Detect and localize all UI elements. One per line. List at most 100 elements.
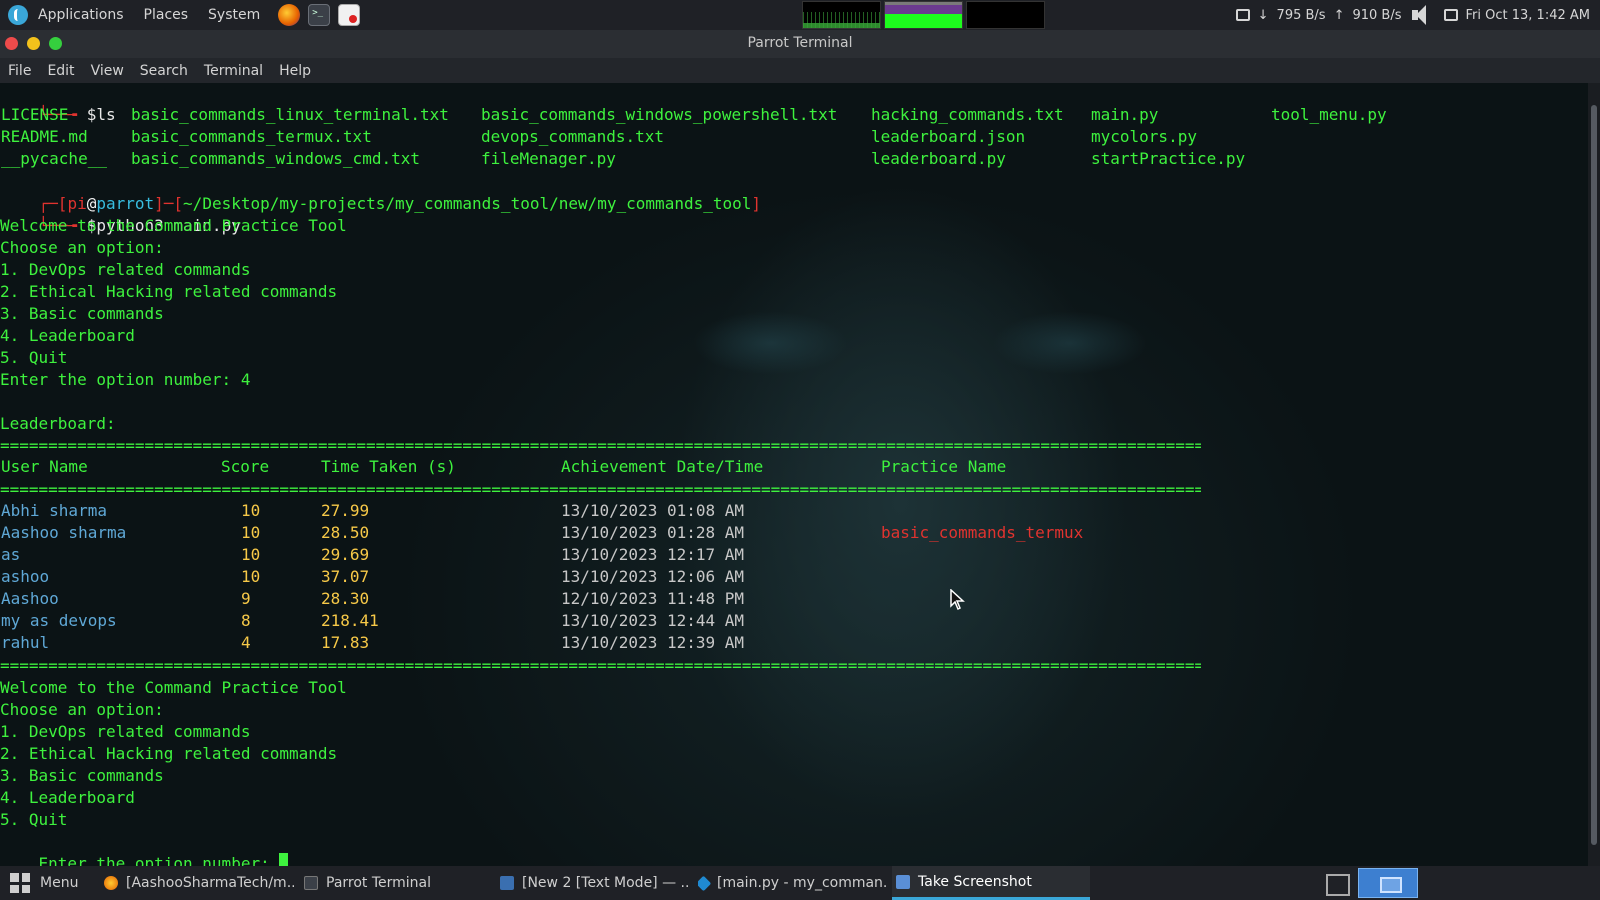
row-date: 13/10/2023 12:17 AM bbox=[561, 545, 745, 564]
row-practice: basic_commands_termux bbox=[881, 523, 1084, 542]
memory-monitor bbox=[884, 1, 963, 29]
task-firefox[interactable]: [AashooSharmaTech/m... bbox=[104, 866, 294, 900]
task-terminal[interactable]: Parrot Terminal bbox=[304, 866, 494, 900]
terminal-scrollbar[interactable] bbox=[1588, 83, 1600, 866]
scrollbar-thumb[interactable] bbox=[1591, 105, 1597, 845]
system-tray: ↓ 795 B/s ↑ 910 B/s Fri Oct 13, 1:42 AM bbox=[1235, 0, 1600, 30]
top-panel: Applications Places System ↓ 795 B/s ↑ 9… bbox=[0, 0, 1600, 30]
menu-option: 4. Leaderboard bbox=[0, 788, 135, 807]
net-up-rate: 910 B/s bbox=[1352, 7, 1402, 23]
firefox-launcher-icon[interactable] bbox=[278, 4, 301, 26]
terminal-launcher-icon[interactable] bbox=[308, 4, 331, 26]
menu-option: 2. Ethical Hacking related commands bbox=[0, 744, 338, 763]
row-user: Abhi sharma bbox=[1, 501, 107, 520]
menu-option: 1. DevOps related commands bbox=[0, 722, 251, 741]
separator: ========================================… bbox=[0, 656, 1201, 675]
welcome-text: Welcome to the Command Practice Tool bbox=[0, 216, 347, 235]
task-label: Parrot Terminal bbox=[326, 875, 432, 891]
ls-entry: LICENSE bbox=[1, 105, 69, 124]
terminal-output[interactable]: └──╼ $ls LICENSE basic_commands_linux_te… bbox=[0, 83, 1588, 866]
menu-terminal[interactable]: Terminal bbox=[196, 63, 271, 79]
row-date: 13/10/2023 12:44 AM bbox=[561, 611, 745, 630]
ls-entry: basic_commands_termux.txt bbox=[131, 127, 372, 146]
row-score: 4 bbox=[241, 633, 251, 652]
display-icon[interactable] bbox=[1235, 9, 1250, 21]
menu-option: 3. Basic commands bbox=[0, 766, 164, 785]
header-score: Score bbox=[221, 457, 270, 476]
applications-menu[interactable]: Applications bbox=[28, 0, 134, 30]
menu-option: 4. Leaderboard bbox=[0, 326, 135, 345]
screenshot-icon bbox=[896, 874, 910, 889]
taskbar: Menu [AashooSharmaTech/m... Parrot Termi… bbox=[0, 866, 1600, 900]
header-time: Time Taken (s) bbox=[321, 457, 456, 476]
terminal-icon bbox=[304, 876, 318, 890]
ls-entry: __pycache__ bbox=[1, 149, 107, 168]
ls-entry: main.py bbox=[1091, 105, 1159, 124]
row-date: 12/10/2023 11:48 PM bbox=[561, 589, 745, 608]
separator: ========================================… bbox=[0, 480, 1201, 499]
row-score: 10 bbox=[241, 523, 261, 542]
net-up-icon: ↑ bbox=[1333, 7, 1345, 23]
header-date: Achievement Date/Time bbox=[561, 457, 764, 476]
start-menu-label: Menu bbox=[40, 875, 79, 891]
start-menu-button[interactable]: Menu bbox=[10, 866, 78, 900]
separator: ========================================… bbox=[0, 436, 1201, 455]
leaderboard-label: Leaderboard: bbox=[0, 414, 116, 433]
menu-view[interactable]: View bbox=[83, 63, 132, 79]
ls-entry: basic_commands_linux_terminal.txt bbox=[131, 105, 449, 124]
row-time: 28.50 bbox=[321, 523, 370, 542]
notification-icon[interactable] bbox=[1443, 9, 1458, 21]
clock[interactable]: Fri Oct 13, 1:42 AM bbox=[1466, 8, 1590, 23]
choose-text: Choose an option: bbox=[0, 238, 164, 257]
task-vscode[interactable]: [main.py - my_comman... bbox=[698, 866, 888, 900]
row-date: 13/10/2023 12:06 AM bbox=[561, 567, 745, 586]
net-down-rate: 795 B/s bbox=[1276, 7, 1326, 23]
ls-entry: mycolors.py bbox=[1091, 127, 1197, 146]
input-line[interactable]: Enter the option number: bbox=[0, 831, 289, 866]
prompt-line: ┌─[pi@parrot]─[~/Desktop/my-projects/my_… bbox=[38, 194, 762, 213]
row-user: rahul bbox=[1, 633, 50, 652]
row-date: 13/10/2023 12:39 AM bbox=[561, 633, 745, 652]
row-score: 10 bbox=[241, 501, 261, 520]
ls-entry: basic_commands_windows_cmd.txt bbox=[131, 149, 420, 168]
text-cursor bbox=[279, 853, 289, 866]
task-screenshot[interactable]: Take Screenshot bbox=[892, 866, 1090, 900]
mouse-pointer-icon bbox=[950, 588, 966, 615]
volume-icon[interactable] bbox=[1410, 3, 1436, 27]
row-score: 10 bbox=[241, 567, 261, 586]
system-menu[interactable]: System bbox=[198, 0, 270, 30]
cpu-monitor bbox=[802, 1, 881, 29]
task-text-editor[interactable]: [New 2 [Text Mode] — ... bbox=[500, 866, 690, 900]
ls-entry: leaderboard.py bbox=[871, 149, 1006, 168]
text-editor-launcher-icon[interactable] bbox=[338, 4, 361, 26]
header-practice: Practice Name bbox=[881, 457, 1007, 476]
ls-entry: basic_commands_windows_powershell.txt bbox=[481, 105, 838, 124]
row-score: 9 bbox=[241, 589, 251, 608]
firefox-icon bbox=[104, 876, 118, 890]
menu-search[interactable]: Search bbox=[132, 63, 196, 79]
ls-entry: README.md bbox=[1, 127, 88, 146]
menu-help[interactable]: Help bbox=[271, 63, 319, 79]
row-time: 37.07 bbox=[321, 567, 370, 586]
ls-entry: devops_commands.txt bbox=[481, 127, 665, 146]
row-date: 13/10/2023 01:28 AM bbox=[561, 523, 745, 542]
ls-entry: startPractice.py bbox=[1091, 149, 1246, 168]
row-time: 17.83 bbox=[321, 633, 370, 652]
ls-command-line: └──╼ $ls bbox=[0, 83, 116, 124]
menu-file[interactable]: File bbox=[0, 63, 39, 79]
parrot-logo-icon[interactable] bbox=[8, 5, 28, 25]
window-title: Parrot Terminal bbox=[747, 35, 853, 51]
row-time: 218.41 bbox=[321, 611, 379, 630]
row-score: 8 bbox=[241, 611, 251, 630]
workspace-2-button[interactable] bbox=[1358, 868, 1418, 898]
task-label: [AashooSharmaTech/m... bbox=[126, 875, 294, 891]
text-editor-icon bbox=[500, 876, 514, 890]
menu-option: 1. DevOps related commands bbox=[0, 260, 251, 279]
menu-edit[interactable]: Edit bbox=[39, 63, 82, 79]
vscode-icon bbox=[698, 875, 712, 891]
welcome-text: Welcome to the Command Practice Tool bbox=[0, 678, 347, 697]
workspace-1-button[interactable] bbox=[1318, 868, 1358, 898]
places-menu[interactable]: Places bbox=[134, 0, 199, 30]
run-command-line: └──╼ $python3 main.py bbox=[38, 216, 241, 235]
row-user: Aashoo sharma bbox=[1, 523, 127, 542]
